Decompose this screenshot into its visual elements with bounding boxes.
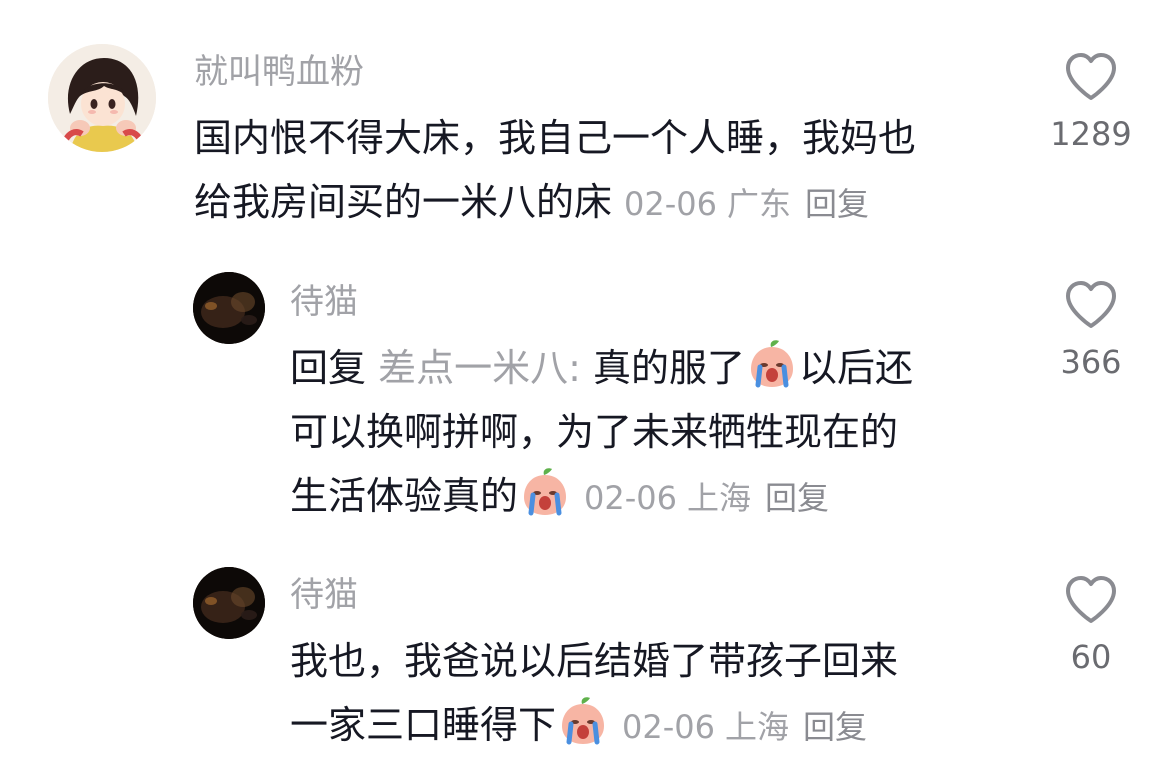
comment-text: 国内恨不得大床，我自己一个人睡，我妈也 给我房间买的一米八的床 02-06 广东 回复 (194, 106, 916, 234)
comment-line: 回复 差点一米八: 真的服了 以后还 (290, 336, 913, 400)
comment-meta: 02-06 广东 回复 (624, 185, 869, 223)
comment-meta: 02-06 上海 回复 (584, 479, 829, 517)
like-button[interactable]: 366 (1036, 280, 1146, 380)
dark-photo-avatar-icon (193, 567, 265, 639)
comment-line: 生活体验真的 02-06 上海 回复 (290, 464, 913, 528)
comment-line: 给我房间买的一米八的床 02-06 广东 回复 (194, 170, 916, 234)
like-count: 60 (1070, 638, 1112, 676)
comment-line: 我也，我爸说以后结婚了带孩子回来 (290, 639, 899, 683)
comment-location: 上海 (687, 479, 752, 517)
comment-line-text: 一家三口睡得下 (290, 703, 557, 747)
reply-target-username[interactable]: 差点一米八: (378, 346, 581, 390)
heart-icon (1066, 53, 1116, 100)
like-button[interactable]: 60 (1036, 575, 1146, 675)
username[interactable]: 待猫 (290, 282, 358, 322)
heart-icon (1066, 576, 1116, 623)
like-count: 366 (1060, 343, 1122, 381)
comment-line: 国内恨不得大床，我自己一个人睡，我妈也 (194, 116, 917, 160)
crying-peach-emoji-icon (558, 696, 608, 746)
comment-line-text: 真的服了 (580, 346, 746, 390)
comment-date: 02-06 (624, 185, 717, 223)
avatar[interactable] (193, 567, 265, 639)
reply-item: 待猫 回复 差点一米八: 真的服了 以后还 可以换啊拼啊，为了未来牺牲现在的 生活… (0, 260, 1170, 540)
dark-photo-avatar-icon (193, 272, 265, 344)
avatar[interactable] (48, 44, 156, 152)
like-button[interactable]: 1289 (1036, 52, 1146, 152)
comment-date: 02-06 (622, 708, 715, 746)
comment-line-text: 以后还 (799, 346, 914, 390)
comment-line: 一家三口睡得下 02-06 上海 回复 (290, 693, 898, 757)
username[interactable]: 就叫鸭血粉 (194, 52, 364, 92)
avatar[interactable] (193, 272, 265, 344)
anime-girl-avatar-icon (48, 44, 156, 152)
comment-line-text: 生活体验真的 (290, 474, 519, 518)
reply-prefix: 回复 (290, 346, 367, 390)
reply-button[interactable]: 回复 (805, 185, 869, 223)
comment-item: 就叫鸭血粉 国内恨不得大床，我自己一个人睡，我妈也 给我房间买的一米八的床 02-… (0, 0, 1170, 240)
reply-button[interactable]: 回复 (803, 708, 867, 746)
comment-line-text: 给我房间买的一米八的床 (194, 180, 613, 224)
crying-peach-emoji-icon (747, 339, 797, 389)
heart-icon (1066, 281, 1116, 328)
like-count: 1289 (1050, 115, 1132, 153)
reply-item: 待猫 我也，我爸说以后结婚了带孩子回来 一家三口睡得下 02-06 上海 回复 60 (0, 555, 1170, 775)
comment-text: 回复 差点一米八: 真的服了 以后还 可以换啊拼啊，为了未来牺牲现在的 生活体验真… (290, 336, 913, 528)
crying-peach-emoji-icon (520, 467, 570, 517)
comment-line: 可以换啊拼啊，为了未来牺牲现在的 (290, 410, 899, 454)
reply-button[interactable]: 回复 (765, 479, 829, 517)
comment-location: 广东 (727, 185, 792, 223)
comment-location: 上海 (725, 708, 790, 746)
comment-meta: 02-06 上海 回复 (622, 708, 867, 746)
username[interactable]: 待猫 (290, 575, 358, 615)
comment-text: 我也，我爸说以后结婚了带孩子回来 一家三口睡得下 02-06 上海 回复 (290, 629, 898, 757)
comment-date: 02-06 (584, 479, 677, 517)
